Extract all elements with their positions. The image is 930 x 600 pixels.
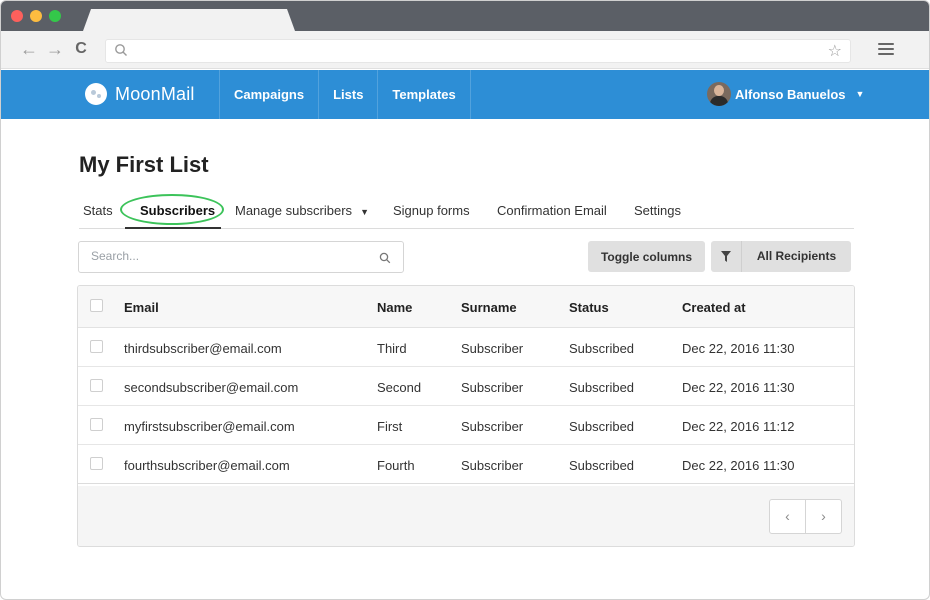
cell-created-at: Dec 22, 2016 11:30 <box>682 458 795 473</box>
highlight-ring <box>120 194 224 225</box>
column-header-name[interactable]: Name <box>377 300 412 315</box>
nav-item-campaigns[interactable]: Campaigns <box>219 70 318 119</box>
recipients-filter-button[interactable]: All Recipients <box>711 241 851 272</box>
filter-label: All Recipients <box>756 249 837 263</box>
caret-down-icon: ▼ <box>360 207 369 217</box>
caret-down-icon: ▼ <box>855 89 865 99</box>
search-icon <box>379 252 391 264</box>
column-header-surname[interactable]: Surname <box>461 300 517 315</box>
tab-confirmation-email[interactable]: Confirmation Email <box>497 203 607 218</box>
bookmark-star-icon[interactable]: ☆ <box>828 41 842 61</box>
cell-surname: Subscriber <box>461 380 524 395</box>
cell-status: Subscribed <box>569 419 635 434</box>
cell-surname: Subscriber <box>461 458 524 473</box>
cell-surname: Subscriber <box>461 419 524 434</box>
row-checkbox[interactable] <box>90 457 103 470</box>
search-icon <box>115 44 127 56</box>
filter-toggle[interactable] <box>711 241 742 272</box>
select-all-checkbox[interactable] <box>90 299 103 312</box>
cell-created-at: Dec 22, 2016 11:12 <box>682 419 795 434</box>
back-arrow-icon[interactable]: ← <box>19 39 39 59</box>
subscribers-table: Email Name Surname Status Created at thi… <box>77 285 855 547</box>
active-tab-underline <box>125 227 221 229</box>
browser-titlebar <box>1 1 929 31</box>
close-window-button[interactable] <box>11 10 23 22</box>
avatar <box>707 82 731 106</box>
funnel-icon <box>721 251 731 262</box>
user-name: Alfonso Banuelos <box>735 86 846 102</box>
page-title: My First List <box>79 152 209 177</box>
row-checkbox[interactable] <box>90 418 103 431</box>
cell-surname: Subscriber <box>461 341 524 356</box>
browser-toolbar: ← → C ☆ <box>1 31 929 69</box>
column-header-created-at[interactable]: Created at <box>682 300 746 315</box>
hamburger-menu-icon[interactable] <box>878 43 894 57</box>
address-bar[interactable]: ☆ <box>105 39 851 63</box>
cell-email: myfirstsubscriber@email.com <box>124 419 295 434</box>
cell-email: secondsubscriber@email.com <box>124 380 299 395</box>
column-header-email[interactable]: Email <box>124 300 159 315</box>
cell-email: thirdsubscriber@email.com <box>124 341 282 356</box>
cell-name: First <box>377 419 403 434</box>
app-header: MoonMail Campaigns Lists Templates Alfon… <box>1 70 929 119</box>
reload-icon[interactable]: C <box>71 39 91 59</box>
next-page-button[interactable]: › <box>806 500 841 533</box>
cell-created-at: Dec 22, 2016 11:30 <box>682 341 795 356</box>
cell-status: Subscribed <box>569 458 635 473</box>
search-input[interactable] <box>91 249 371 263</box>
pagination: ‹ › <box>769 499 842 534</box>
moon-logo-icon <box>85 83 107 105</box>
browser-window: ← → C ☆ MoonMail Campaigns Lists Templat… <box>0 0 930 600</box>
tab-signup-forms[interactable]: Signup forms <box>393 203 470 218</box>
brand[interactable]: MoonMail <box>85 83 195 105</box>
browser-tab[interactable] <box>83 9 295 31</box>
table-row[interactable]: secondsubscriber@email.com Second Subscr… <box>78 367 854 406</box>
nav-item-lists[interactable]: Lists <box>318 70 377 119</box>
cell-email: fourthsubscriber@email.com <box>124 458 290 473</box>
table-row[interactable]: fourthsubscriber@email.com Fourth Subscr… <box>78 445 854 484</box>
list-tabs: Stats Subscribers Manage subscribers ▼ Si… <box>79 194 854 229</box>
table-row[interactable]: thirdsubscriber@email.com Third Subscrib… <box>78 328 854 367</box>
table-row[interactable]: myfirstsubscriber@email.com First Subscr… <box>78 406 854 445</box>
column-header-status[interactable]: Status <box>569 300 609 315</box>
nav-item-templates[interactable]: Templates <box>377 70 471 119</box>
cell-created-at: Dec 22, 2016 11:30 <box>682 380 795 395</box>
previous-page-button[interactable]: ‹ <box>770 500 806 533</box>
cell-status: Subscribed <box>569 380 635 395</box>
tab-stats[interactable]: Stats <box>83 203 113 218</box>
cell-name: Second <box>377 380 422 395</box>
subscriber-search <box>78 241 404 273</box>
table-footer: ‹ › <box>78 486 854 546</box>
tab-settings[interactable]: Settings <box>634 203 681 218</box>
row-checkbox[interactable] <box>90 379 103 392</box>
top-nav: Campaigns Lists Templates <box>219 70 471 119</box>
user-menu[interactable]: Alfonso Banuelos ▼ <box>707 82 864 106</box>
brand-name: MoonMail <box>115 83 195 104</box>
tab-manage-subscribers[interactable]: Manage subscribers ▼ <box>235 203 369 218</box>
tab-manage-subscribers-label: Manage subscribers <box>235 203 353 218</box>
forward-arrow-icon[interactable]: → <box>45 39 65 59</box>
table-header: Email Name Surname Status Created at <box>78 286 854 328</box>
cell-name: Fourth <box>377 458 415 473</box>
cell-name: Third <box>377 341 407 356</box>
maximize-window-button[interactable] <box>49 10 61 22</box>
cell-status: Subscribed <box>569 341 635 356</box>
toggle-columns-button[interactable]: Toggle columns <box>588 241 705 272</box>
minimize-window-button[interactable] <box>30 10 42 22</box>
row-checkbox[interactable] <box>90 340 103 353</box>
